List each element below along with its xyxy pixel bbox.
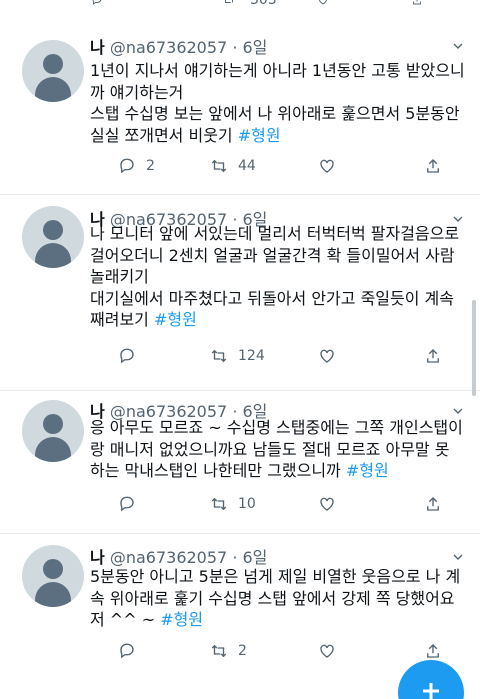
chevron-down-icon[interactable]: [450, 38, 466, 54]
tweet-line: 하는 막내스탭인 나한테만 그랬으니까 #형원: [90, 460, 468, 482]
tweet-line: 걸어오더니 2센치 얼굴과 얼굴간격 확 들이밀어서 사람: [90, 245, 455, 265]
reply-icon: [120, 348, 134, 364]
previous-tweet-actions: 305: [0, 0, 480, 12]
share-icon: [427, 644, 439, 658]
like-button[interactable]: [318, 495, 336, 513]
tweet-line: 까 얘기하는거: [90, 82, 184, 102]
tweet-actions: 124: [90, 347, 470, 369]
like-icon: [320, 159, 334, 173]
tweet-text: 1년이 지나서 얘기하는게 아니라 1년동안 고통 받았으니 까 얘기하는거 스…: [90, 60, 468, 146]
tweet-line: 5분동안 아니고 5분은 넘게 제일 비열한 웃음으로 나 계: [90, 567, 461, 586]
tweet-text: 5분동안 아니고 5분은 넘게 제일 비열한 웃음으로 나 계 속 위아래로 훑…: [90, 566, 468, 631]
compose-icon: [423, 683, 439, 699]
tweet-text: 응 아무도 모르죠 ~ 수십명 스탭중에는 그쪽 개인스탭이 랑 매니저 없었으…: [90, 417, 468, 482]
timestamp[interactable]: 6일: [243, 38, 268, 57]
tweet[interactable]: 나 @na67362057 · 6일 응 아무도 모르죠 ~ 수십명 스탭중에는…: [0, 391, 480, 534]
retweet-icon[interactable]: [222, 0, 236, 6]
scrollbar[interactable]: [472, 300, 476, 396]
retweet-button[interactable]: 44: [210, 157, 256, 175]
tweet-line: 나 모니터 앞에 서있는데 멀리서 터벅터벅 팔자걸음으로: [90, 224, 460, 243]
avatar[interactable]: [22, 206, 84, 268]
user-handle[interactable]: @na67362057: [110, 548, 227, 567]
separator-dot: ·: [232, 548, 238, 567]
share-icon: [427, 349, 439, 363]
retweet-count: 2: [238, 643, 247, 659]
tweet[interactable]: 나 @na67362057 · 6일 1년이 지나서 얘기하는게 아니라 1년동…: [0, 12, 480, 195]
tweet-line: 스탭 수십명 보는 앞에서 나 위아래로 훑으면서 5분동안: [90, 104, 460, 124]
share-button[interactable]: [424, 495, 442, 513]
reply-button[interactable]: 2: [118, 157, 155, 175]
timestamp[interactable]: 6일: [243, 548, 268, 567]
retweet-icon: [211, 644, 227, 658]
share-icon[interactable]: [410, 0, 424, 6]
tweet-line: 실실 쪼개면서 비웃기 #형원: [90, 125, 468, 147]
display-name[interactable]: 나: [90, 38, 105, 57]
hashtag-link[interactable]: #형원: [346, 461, 389, 480]
avatar[interactable]: [22, 545, 84, 607]
reply-button[interactable]: [118, 642, 146, 660]
tweet-line: 대기실에서 마주쳤다고 뒤돌아서 안가고 죽일듯이 계속: [90, 288, 454, 308]
like-icon: [320, 349, 334, 363]
like-button[interactable]: [318, 157, 336, 175]
tweet-line-text: 저 ^^ ~: [90, 610, 161, 630]
reply-icon: [120, 158, 134, 174]
user-handle[interactable]: @na67362057: [110, 38, 227, 57]
retweet-button[interactable]: 124: [210, 347, 265, 365]
tweet-line-text: 하는 막내스탭인 나한테만 그랬으니까: [90, 461, 346, 481]
share-button[interactable]: [424, 347, 442, 365]
tweet-line: 저 ^^ ~ #형원: [90, 609, 468, 631]
share-button[interactable]: [424, 642, 442, 660]
tweet-header: 나 @na67362057 · 6일: [90, 34, 267, 58]
separator-dot: ·: [232, 38, 238, 57]
share-icon: [427, 497, 439, 511]
reply-button[interactable]: [118, 495, 146, 513]
hashtag-link[interactable]: #형원: [154, 310, 197, 329]
retweet-count: 10: [238, 496, 256, 512]
avatar[interactable]: [22, 40, 84, 102]
share-icon: [427, 159, 439, 173]
tweet[interactable]: 나 @na67362057 · 6일 나 모니터 앞에 서있는데 멀리서 터벅터…: [0, 195, 480, 391]
like-icon[interactable]: [316, 0, 330, 6]
like-button[interactable]: [318, 347, 336, 365]
share-button[interactable]: [424, 157, 442, 175]
tweet-line: 놀래키기: [90, 267, 149, 287]
tweet-line: 1년이 지나서 얘기하는게 아니라 1년동안 고통 받았으니: [90, 61, 465, 80]
like-button[interactable]: [318, 642, 336, 660]
retweet-icon: [211, 497, 227, 511]
chevron-down-icon[interactable]: [450, 549, 466, 565]
tweet-actions: 10: [90, 495, 470, 517]
tweet-actions: 2 44: [90, 157, 470, 179]
avatar[interactable]: [22, 400, 84, 462]
reply-icon: [120, 496, 134, 512]
tweet-actions: 2: [90, 642, 470, 664]
reply-icon: [120, 643, 134, 659]
reply-icon[interactable]: [90, 0, 104, 6]
tweet-line: 속 위아래로 훑기 수십명 스탭 앞에서 강제 쪽 당했어요: [90, 588, 455, 608]
retweet-button[interactable]: 2: [210, 642, 247, 660]
retweet-icon: [211, 349, 227, 363]
retweet-count: 305: [250, 0, 277, 8]
retweet-icon: [211, 159, 227, 173]
tweet-line-text: 째려보기: [90, 310, 154, 330]
tweet-line: 응 아무도 모르죠 ~ 수십명 스탭중에는 그쪽 개인스탭이: [90, 418, 463, 437]
tweet-text: 나 모니터 앞에 서있는데 멀리서 터벅터벅 팔자걸음으로 걸어오더니 2센치 …: [90, 223, 468, 331]
hashtag-link[interactable]: #형원: [160, 610, 203, 629]
retweet-count: 44: [238, 158, 256, 174]
tweet-line: 랑 매니저 없었으니까요 남들도 절대 모르죠 아무말 못: [90, 439, 450, 459]
reply-count: 2: [146, 158, 155, 174]
reply-button[interactable]: [118, 347, 146, 365]
tweet-header: 나 @na67362057 · 6일: [90, 544, 267, 568]
retweet-button[interactable]: 10: [210, 495, 256, 513]
like-icon: [320, 497, 334, 511]
tweet-line-text: 실실 쪼개면서 비웃기: [90, 125, 238, 145]
hashtag-link[interactable]: #형원: [238, 126, 281, 145]
retweet-count: 124: [238, 348, 265, 364]
tweet-line: 째려보기 #형원: [90, 309, 468, 331]
display-name[interactable]: 나: [90, 548, 105, 567]
like-icon: [320, 644, 334, 658]
